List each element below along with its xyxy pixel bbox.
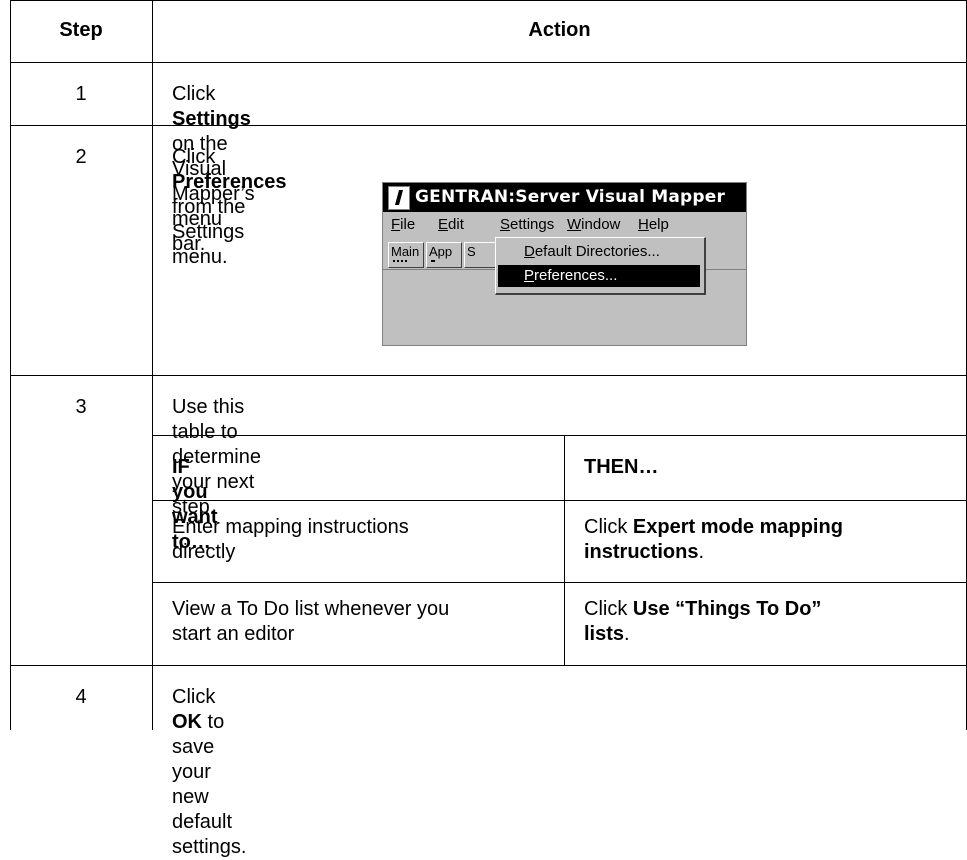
- step-number: 2: [75, 146, 87, 168]
- inner-if-cell: Enter mapping instructions directly: [172, 516, 409, 563]
- row-divider: [10, 125, 967, 126]
- inner-if-cell: View a To Do list whenever you start an …: [172, 598, 450, 645]
- menu-settings: Settings: [500, 216, 555, 233]
- inner-row-divider: [152, 582, 967, 583]
- menu-item-preferences: Preferences...: [498, 265, 700, 287]
- window-titlebar: GENTRAN:Server Visual Mapper: [383, 183, 746, 212]
- header-action: Action: [528, 19, 591, 41]
- inner-then-cell: Click Use “Things To Do” lists.: [584, 598, 822, 645]
- step-action-text: Click OK to save your new default settin…: [172, 686, 247, 858]
- step-number: 1: [75, 83, 87, 105]
- menu-help: Help: [638, 216, 669, 233]
- step-number: 4: [75, 686, 87, 708]
- table-border-top: [10, 0, 967, 1]
- header-step: Step: [59, 19, 103, 41]
- step-number: 3: [75, 396, 87, 418]
- menu-window: Window: [567, 216, 621, 233]
- inner-then-cell: Click Expert mode mapping instructions.: [584, 516, 843, 563]
- row-divider: [10, 375, 967, 376]
- inner-header-then: THEN…: [584, 456, 659, 478]
- toolbar-app-button: App: [426, 242, 462, 268]
- inner-row-divider: [152, 435, 967, 436]
- menu-edit: Edit: [438, 216, 464, 233]
- window-title: GENTRAN:Server Visual Mapper: [415, 187, 726, 207]
- menu-item-default-directories: Default Directories...: [524, 243, 660, 260]
- toolbar-main-button: Main: [388, 242, 424, 268]
- step-action-text: Click Preferences from the Settings menu…: [172, 146, 287, 268]
- table-border-left: [10, 0, 11, 730]
- inner-column-divider: [564, 435, 565, 665]
- menu-file: File: [391, 216, 416, 233]
- menu-bar: File Edit Settings Window Help: [383, 212, 746, 267]
- visual-mapper-screenshot: GENTRAN:Server Visual Mapper File Edit S…: [382, 182, 747, 346]
- row-divider: [10, 62, 967, 63]
- app-logo-icon: [388, 186, 410, 210]
- inner-row-divider: [152, 500, 967, 501]
- row-divider: [10, 665, 967, 666]
- settings-dropdown-menu: Default Directories... Preferences...: [495, 237, 706, 295]
- column-divider: [152, 0, 153, 730]
